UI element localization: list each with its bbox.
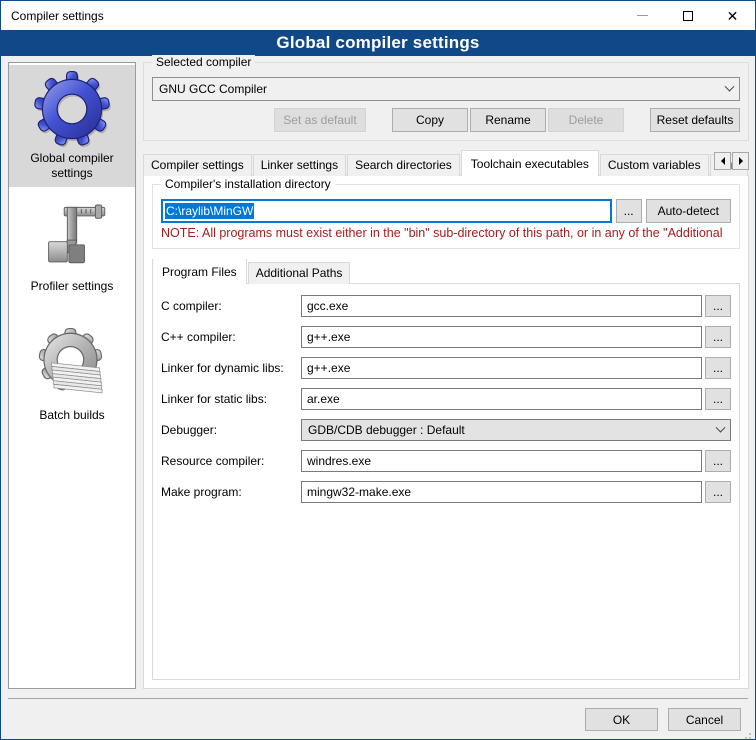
installation-directory-browse-button[interactable]: ...: [616, 199, 642, 223]
field-row-make-program: Make program: ...: [161, 481, 731, 503]
tab-toolchain-executables[interactable]: Toolchain executables: [461, 150, 599, 176]
footer-buttons: OK Cancel: [585, 708, 741, 731]
compiler-buttons-row: Set as default Copy Rename Delete Reset …: [152, 108, 740, 132]
field-row-c-compiler: C compiler: ...: [161, 295, 731, 317]
debugger-select[interactable]: GDB/CDB debugger : Default: [301, 419, 731, 441]
field-row-debugger: Debugger: GDB/CDB debugger : Default: [161, 419, 731, 441]
linker-static-label: Linker for static libs:: [161, 392, 301, 406]
sidebar-item-batch-builds[interactable]: Batch builds: [9, 322, 135, 429]
resize-grip[interactable]: [749, 733, 751, 735]
tab-scroll-left-button[interactable]: [714, 152, 731, 170]
window-title: Compiler settings: [1, 9, 104, 23]
sidebar-item-label: Batch builds: [11, 408, 133, 423]
window-controls: ✕: [620, 1, 755, 30]
settings-category-list: Global compiler settings: [8, 62, 136, 689]
installation-directory-input[interactable]: C:\raylib\MinGW: [161, 199, 612, 223]
resource-compiler-input[interactable]: [301, 450, 702, 472]
field-row-resource-compiler: Resource compiler: ...: [161, 450, 731, 472]
dialog-content: Global compiler settings: [1, 56, 755, 739]
tab-linker-settings[interactable]: Linker settings: [253, 154, 346, 176]
make-program-input[interactable]: [301, 481, 702, 503]
auto-detect-button[interactable]: Auto-detect: [646, 199, 731, 223]
maximize-icon: [683, 11, 693, 21]
compiler-select[interactable]: GNU GCC Compiler: [152, 77, 740, 101]
close-icon: ✕: [727, 9, 739, 23]
gear-stack-icon: [33, 327, 111, 405]
program-files-tabs: Program Files Additional Paths: [152, 259, 740, 284]
tab-additional-paths[interactable]: Additional Paths: [248, 262, 351, 284]
cancel-button[interactable]: Cancel: [668, 708, 741, 731]
chevron-down-icon: [725, 81, 735, 91]
tab-custom-variables[interactable]: Custom variables: [600, 154, 709, 176]
rename-button[interactable]: Rename: [470, 108, 546, 132]
ok-button[interactable]: OK: [585, 708, 658, 731]
linker-dynamic-browse-button[interactable]: ...: [705, 357, 731, 379]
minimize-button[interactable]: [620, 1, 665, 30]
linker-dynamic-input[interactable]: [301, 357, 702, 379]
reset-defaults-button[interactable]: Reset defaults: [650, 108, 740, 132]
arrow-right-icon: [739, 157, 743, 165]
field-row-linker-dynamic: Linker for dynamic libs: ...: [161, 357, 731, 379]
close-button[interactable]: ✕: [710, 1, 755, 30]
field-row-cpp-compiler: C++ compiler: ...: [161, 326, 731, 348]
banner-title: Global compiler settings: [276, 33, 479, 53]
linker-dynamic-label: Linker for dynamic libs:: [161, 361, 301, 375]
debugger-select-value: GDB/CDB debugger : Default: [308, 423, 465, 437]
program-files-page: C compiler: ... C++ compiler: ... Linker…: [152, 283, 740, 680]
selected-compiler-group-label: Selected compiler: [152, 55, 255, 69]
make-program-browse-button[interactable]: ...: [705, 481, 731, 503]
resource-compiler-label: Resource compiler:: [161, 454, 301, 468]
tab-compiler-settings[interactable]: Compiler settings: [143, 154, 252, 176]
compiler-tabs: Compiler settings Linker settings Search…: [143, 149, 749, 176]
field-row-linker-static: Linker for static libs: ...: [161, 388, 731, 410]
bin-subdirectory-note: NOTE: All programs must exist either in …: [161, 226, 731, 240]
maximize-button[interactable]: [665, 1, 710, 30]
cpp-compiler-input[interactable]: [301, 326, 702, 348]
cpp-compiler-browse-button[interactable]: ...: [705, 326, 731, 348]
installation-directory-group: Compiler's installation directory C:\ray…: [152, 184, 740, 249]
debugger-label: Debugger:: [161, 423, 301, 437]
caliper-icon: [33, 198, 111, 276]
chevron-down-icon: [716, 422, 726, 432]
blue-gear-icon: [33, 70, 111, 148]
resource-compiler-browse-button[interactable]: ...: [705, 450, 731, 472]
sidebar-item-global-compiler-settings[interactable]: Global compiler settings: [9, 65, 135, 187]
arrow-left-icon: [721, 157, 725, 165]
selected-compiler-group: Selected compiler GNU GCC Compiler Set a…: [143, 62, 749, 141]
linker-static-input[interactable]: [301, 388, 702, 410]
tab-search-directories[interactable]: Search directories: [347, 154, 460, 176]
compiler-select-value: GNU GCC Compiler: [159, 82, 267, 96]
dialog-banner: Global compiler settings: [1, 30, 755, 56]
sidebar-item-label: Profiler settings: [11, 279, 133, 294]
delete-button: Delete: [548, 108, 624, 132]
titlebar: Compiler settings ✕: [1, 1, 755, 30]
main-panel: Selected compiler GNU GCC Compiler Set a…: [143, 62, 749, 689]
installation-directory-value: C:\raylib\MinGW: [165, 203, 254, 219]
c-compiler-label: C compiler:: [161, 299, 301, 313]
tab-scroll-right-button[interactable]: [732, 152, 749, 170]
tab-program-files[interactable]: Program Files: [152, 259, 247, 284]
sidebar-item-label: Global compiler settings: [11, 151, 133, 181]
set-as-default-button: Set as default: [274, 108, 366, 132]
toolchain-executables-panel: Compiler's installation directory C:\ray…: [143, 175, 749, 689]
make-program-label: Make program:: [161, 485, 301, 499]
linker-static-browse-button[interactable]: ...: [705, 388, 731, 410]
footer-separator: [8, 698, 748, 699]
minimize-icon: [637, 15, 648, 16]
sidebar-item-profiler-settings[interactable]: Profiler settings: [9, 193, 135, 300]
compiler-settings-dialog: Compiler settings ✕ Global compiler sett…: [0, 0, 756, 740]
tab-scroll-arrows: [714, 152, 749, 170]
installation-directory-group-label: Compiler's installation directory: [161, 177, 335, 191]
c-compiler-browse-button[interactable]: ...: [705, 295, 731, 317]
installation-directory-row: C:\raylib\MinGW ... Auto-detect: [161, 199, 731, 223]
copy-button[interactable]: Copy: [392, 108, 468, 132]
c-compiler-input[interactable]: [301, 295, 702, 317]
cpp-compiler-label: C++ compiler:: [161, 330, 301, 344]
